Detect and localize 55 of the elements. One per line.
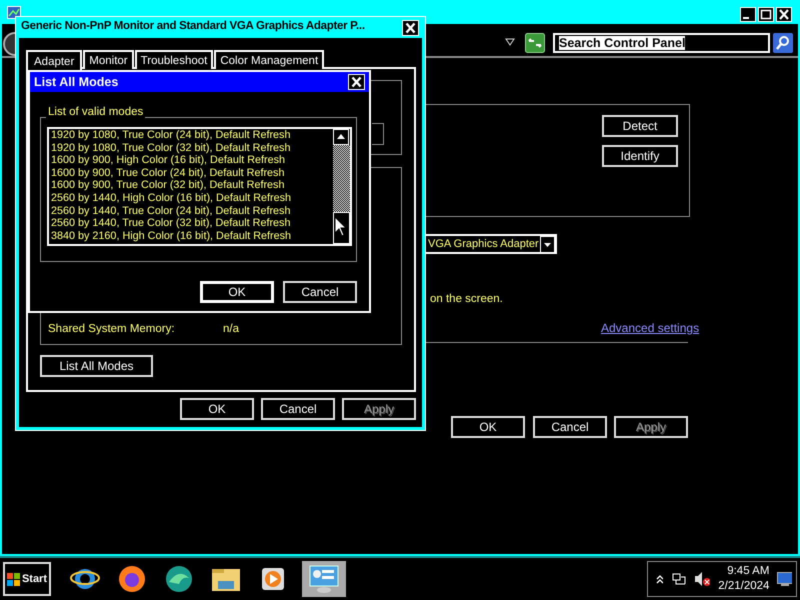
windows-flag-icon [7,572,20,586]
advanced-settings-link[interactable]: Advanced settings [601,321,700,335]
caret-icon [540,236,555,252]
list-item[interactable]: 1920 by 1080, True Color (24 bit), Default Refresh [51,129,333,142]
wave-sphere-icon [164,564,194,594]
scrollbar[interactable] [333,129,350,244]
list-item[interactable]: 2560 by 1440, High Color (16 bit), Default Refresh [51,192,333,205]
dialog-title: List All Modes [34,75,118,89]
show-desktop-icon[interactable] [777,572,792,586]
list-all-modes-button[interactable]: List All Modes [40,355,153,377]
ok-button[interactable]: OK [180,398,254,420]
list-item[interactable]: 1600 by 900, True Color (32 bit), Default Refresh [51,179,333,192]
hint-text: on the screen. [430,293,503,305]
detect-button[interactable]: Detect [602,115,678,137]
monitor-icon [7,6,21,19]
search-field[interactable]: Search Control Panel [553,33,770,53]
network-icon[interactable] [671,571,686,587]
close-icon[interactable] [348,74,365,90]
mouse-pointer-icon [334,216,348,238]
start-button[interactable]: Start [3,562,51,596]
ok-button[interactable]: OK [200,281,274,303]
tab[interactable]: Monitor [83,50,134,69]
shared-memory-value: n/a [223,323,239,335]
scroll-up-icon[interactable] [333,129,349,145]
list-item[interactable]: 2560 by 1440, True Color (24 bit), Default Refresh [51,204,333,218]
list-item[interactable]: 2560 by 1440, True Color (32 bit), Default Refresh [51,217,333,230]
monitor-icon [308,564,340,594]
clock-time[interactable]: 9:45 AM [727,564,770,579]
dropdown-arrow-icon[interactable] [505,38,515,46]
list-item[interactable]: 1920 by 1080, True Color (32 bit), Default Refresh [51,142,333,154]
chevron-up-icon[interactable] [656,574,664,584]
dialog-title: Generic Non-PnP Monitor and Standard VGA Graphics Adapter P... [21,20,365,32]
close-icon[interactable] [402,20,419,36]
identify-button[interactable]: Identify [602,145,678,167]
close-icon[interactable] [776,7,792,22]
shared-memory-label: Shared System Memory: [48,323,175,335]
group-label: List of valid modes [46,106,146,118]
clock-date[interactable]: 2/21/2024 [718,579,770,594]
list-item[interactable]: 1600 by 900, True Color (24 bit), Default Refresh [51,166,333,180]
tab[interactable]: Troubleshoot [134,50,214,69]
button-edge [372,123,384,145]
cancel-button[interactable]: Cancel [261,398,335,420]
maximize-icon[interactable] [758,7,774,22]
cancel-button[interactable]: Cancel [533,416,607,438]
muted-speaker-icon[interactable] [694,571,710,587]
refresh-icon[interactable] [525,33,545,53]
search-icon[interactable] [773,33,793,53]
ok-button[interactable]: OK [451,416,525,438]
tab[interactable]: Adapter [26,50,82,71]
tab[interactable]: Color Management [214,50,324,69]
list-item[interactable]: 1600 by 900, High Color (16 bit), Default Refresh [51,154,333,167]
list-item[interactable]: 3840 by 2160, High Color (16 bit), Default Refresh [51,230,333,242]
minimize-icon[interactable] [740,7,756,22]
fox-globe-icon [117,564,147,594]
cancel-button[interactable]: Cancel [283,281,357,303]
